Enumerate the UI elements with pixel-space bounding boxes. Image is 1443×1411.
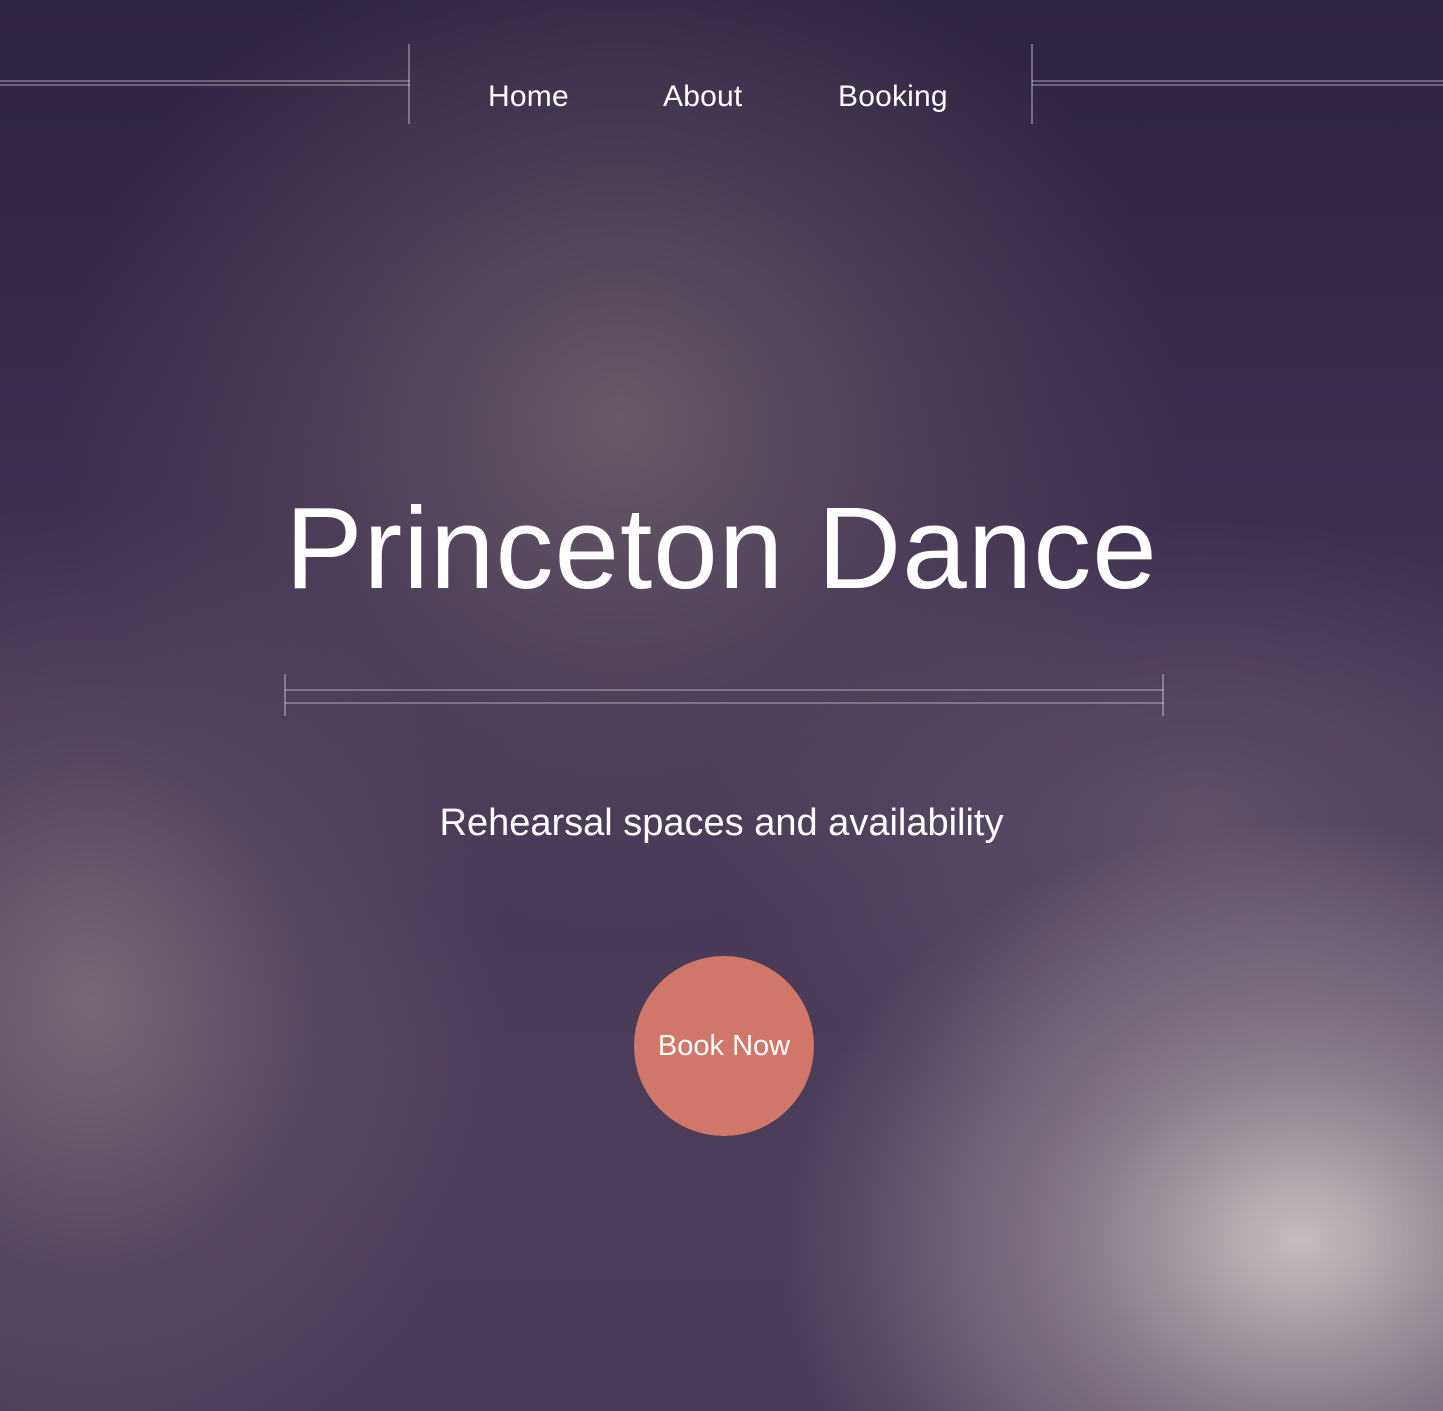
hero-divider <box>285 689 1164 704</box>
hero-divider-right-tick <box>1162 674 1164 716</box>
nav-rule-left <box>0 80 410 86</box>
hero-subtitle: Rehearsal spaces and availability <box>439 802 1004 844</box>
nav-link-booking[interactable]: Booking <box>838 74 948 120</box>
main-nav: Home About Booking <box>410 74 1032 120</box>
hero-divider-left-tick <box>284 674 286 716</box>
nav-link-about[interactable]: About <box>663 74 742 120</box>
nav-link-home[interactable]: Home <box>488 74 569 120</box>
hero-title: Princeton Dance <box>285 483 1158 613</box>
nav-rule-right <box>1032 80 1443 86</box>
book-now-button[interactable]: Book Now <box>634 956 814 1136</box>
